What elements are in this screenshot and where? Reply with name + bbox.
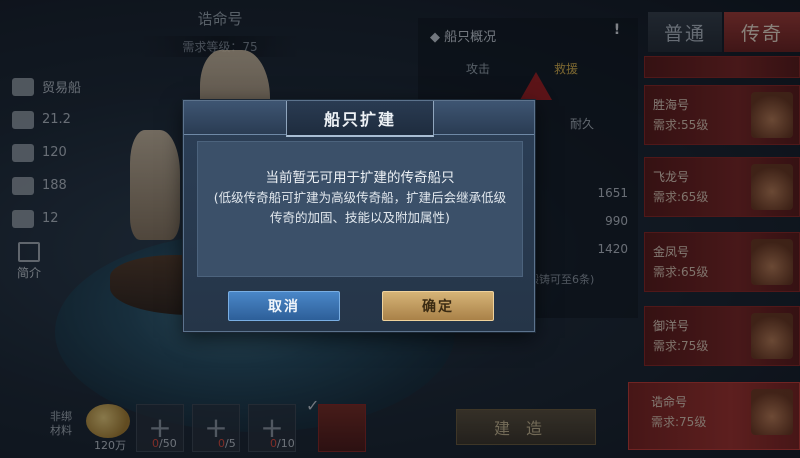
cancel-button[interactable]: 取消 xyxy=(228,291,340,321)
dialog-title: 船只扩建 xyxy=(286,101,434,137)
confirm-button[interactable]: 确定 xyxy=(382,291,494,321)
dialog-message: 当前暂无可用于扩建的传奇船只 xyxy=(265,170,455,186)
ship-expand-dialog: 船只扩建 当前暂无可用于扩建的传奇船只 (低级传奇船可扩建为高级传奇船，扩建后会… xyxy=(183,100,535,332)
dialog-detail: (低级传奇船可扩建为高级传奇船，扩建后会继承低级传奇的加固、技能以及附加属性) xyxy=(213,190,507,225)
dialog-body: 当前暂无可用于扩建的传奇船只 (低级传奇船可扩建为高级传奇船，扩建后会继承低级传… xyxy=(197,141,523,277)
